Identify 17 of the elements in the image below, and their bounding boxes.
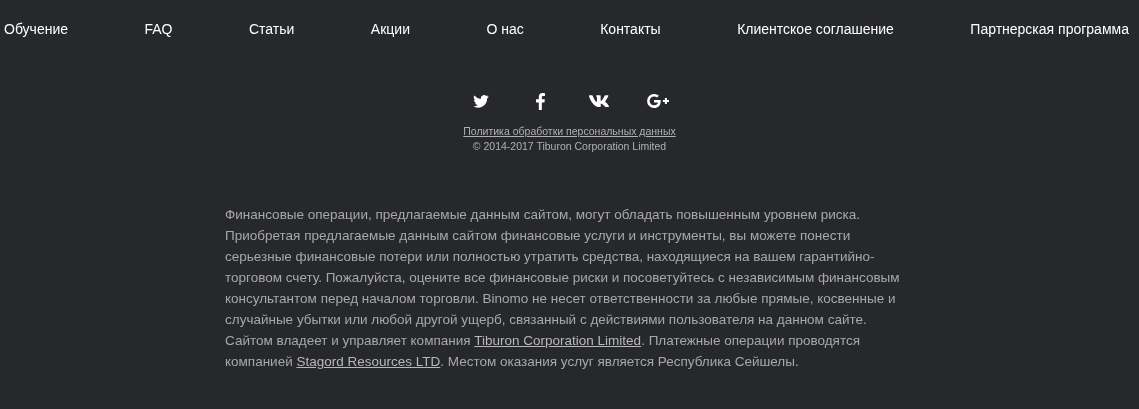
company-link[interactable]: Tiburon Corporation Limited [474,333,642,348]
copyright-text: © 2014-2017 Tiburon Corporation Limited [472,140,667,152]
company-link[interactable]: Stagord Resources LTD [296,354,441,369]
twitter-icon[interactable] [473,94,489,108]
nav-link[interactable]: Акции [370,20,410,41]
privacy-policy-link[interactable]: Политика обработки персональных данных [463,125,676,137]
vk-icon[interactable] [589,95,609,107]
google-plus-icon[interactable] [647,94,669,108]
nav-link[interactable]: Партнерская программа [970,20,1129,41]
facebook-icon[interactable] [535,92,545,110]
nav-link[interactable]: FAQ [144,20,173,41]
nav-link[interactable]: Контакты [600,20,661,41]
nav-link[interactable]: Статьи [249,20,295,41]
risk-disclaimer: Финансовые операции, предлагаемые данным сайтом, могут обладать повышенным уровнем риска. Приобретая предлагаемые данным сайтом финансовые услуги и инструменты, вы можете понести серьезные финансовые потери или полностью утратить средства, находящиеся на вашем гарантийно-торговом счету. Пожалуйста, оцените все финансовые риски и посоветуйтесь с независимым финансовым консультантом перед началом торговли. Binomo не несет ответственности за любые прямые, косвенные и случайные убытки или любой другой ущерб, связанный с действиями пользователя на данном сайте. Сайтом владеет и управляет компания Tiburon Corporation Limited. Платежные операции проводятся компанией Stagord Resources LTD. Местом оказания услуг является Республика Сейшелы. [225,206,901,371]
nav-link[interactable]: Клиентское соглашение [737,20,894,41]
nav-link[interactable]: О нас [486,20,524,41]
nav-link[interactable]: Обучение [4,20,69,41]
